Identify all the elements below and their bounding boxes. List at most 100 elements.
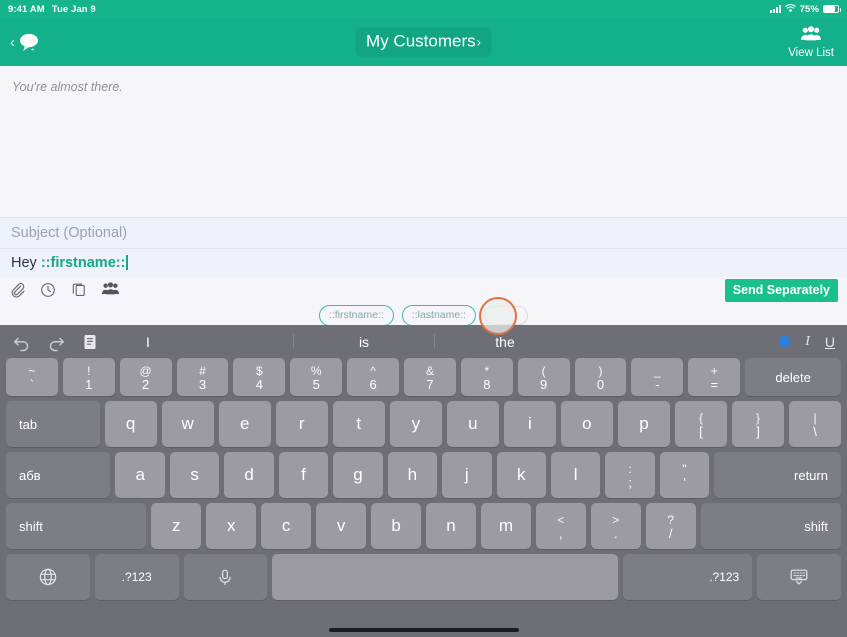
send-separately-button[interactable]: Send Separately — [724, 278, 838, 302]
group-people-icon[interactable] — [102, 282, 119, 298]
keyboard-row-shift: shift z x c v b n m <, >. ? / shift — [3, 503, 844, 549]
key-z[interactable]: z — [151, 503, 202, 549]
key-equals[interactable]: + = — [688, 358, 741, 396]
message-input[interactable]: Hey ::firstname:: — [0, 249, 847, 277]
key-g[interactable]: g — [333, 452, 383, 498]
key-lower: ; — [628, 474, 632, 490]
key-hyphen[interactable]: _ - — [631, 358, 684, 396]
key-shift-right[interactable]: shift — [700, 503, 842, 549]
key-backslash[interactable]: | \ — [789, 401, 842, 447]
key-quote[interactable]: " ' — [659, 452, 710, 498]
key-e[interactable]: e — [218, 401, 271, 447]
underline-button[interactable]: U — [825, 334, 835, 350]
key-n[interactable]: n — [426, 503, 476, 549]
key-comma[interactable]: <, — [535, 503, 586, 549]
key-9[interactable]: (9 — [517, 358, 570, 396]
key-delete[interactable]: delete — [745, 358, 842, 396]
key-p[interactable]: p — [617, 401, 670, 447]
key-m[interactable]: m — [480, 503, 531, 549]
back-to-messages-button[interactable]: ‹ — [10, 32, 42, 52]
key-numeric-left[interactable]: .?123 — [94, 554, 179, 600]
key-upper: & — [425, 364, 434, 379]
key-i[interactable]: i — [503, 401, 556, 447]
key-lower: 9 — [540, 376, 548, 392]
key-upper: " — [682, 462, 687, 477]
key-0[interactable]: ) 0 — [574, 358, 627, 396]
key-l[interactable]: l — [550, 452, 601, 498]
key-f[interactable]: f — [278, 452, 329, 498]
key-q[interactable]: q — [104, 401, 157, 447]
key-4[interactable]: $4 — [233, 358, 286, 396]
key-x[interactable]: x — [206, 503, 257, 549]
clock-icon[interactable] — [40, 282, 56, 298]
prediction-2[interactable]: is — [294, 334, 434, 350]
battery-percent: 75% — [799, 3, 819, 15]
key-slash[interactable]: ? / — [645, 503, 696, 549]
keyboard-toolbar: I is the I U — [3, 325, 844, 358]
key-w[interactable]: w — [161, 401, 214, 447]
microphone-icon[interactable] — [183, 554, 268, 600]
page-title[interactable]: My Customers› — [355, 27, 492, 57]
key-lower: 8 — [483, 376, 491, 392]
globe-icon[interactable] — [6, 554, 90, 600]
key-bracket-right[interactable]: }] — [731, 401, 785, 447]
key-5[interactable]: % 5 — [290, 358, 343, 396]
compose-toolbar: Send Separately — [0, 277, 847, 303]
prediction-1[interactable]: I — [3, 334, 293, 350]
touch-point-indicator — [479, 297, 517, 335]
key-bracket-left[interactable]: {[ — [674, 401, 727, 447]
subject-input[interactable]: Subject (Optional) — [0, 218, 847, 249]
body-hint-text: You're almost there. — [12, 80, 123, 94]
key-upper: ) — [598, 364, 603, 379]
prediction-3[interactable]: the — [435, 334, 575, 350]
italic-button[interactable]: I — [805, 334, 810, 350]
key-a[interactable]: a — [115, 452, 165, 498]
keyboard-row-numbers: ~ ` ! 1 @2 #3 $4 % 5 ^ 6 & 7 * 8 (9 ) 0 _ - + = d… — [3, 358, 844, 396]
key-7[interactable]: & 7 — [404, 358, 456, 396]
speech-bubble-icon — [18, 32, 42, 52]
key-y[interactable]: y — [389, 401, 442, 447]
key-t[interactable]: t — [332, 401, 385, 447]
key-lower: [ — [699, 423, 703, 439]
key-h[interactable]: h — [387, 452, 438, 498]
key-language-switch[interactable]: абв — [6, 452, 111, 498]
key-r[interactable]: r — [275, 401, 328, 447]
ipad-messaging-screen: 9:41 AM Tue Jan 9 75% ‹ My Customers› Vi… — [0, 0, 847, 637]
key-6[interactable]: ^ 6 — [347, 358, 400, 396]
key-k[interactable]: k — [496, 452, 546, 498]
key-s[interactable]: s — [169, 452, 220, 498]
key-backtick[interactable]: ~ ` — [6, 358, 58, 396]
key-b[interactable]: b — [371, 503, 422, 549]
key-c[interactable]: c — [261, 503, 312, 549]
key-space[interactable] — [272, 554, 619, 600]
hide-keyboard-icon[interactable] — [757, 554, 841, 600]
key-numeric-right[interactable]: .?123 — [623, 554, 753, 600]
chip-lastname[interactable]: ::lastname:: — [401, 305, 477, 326]
bold-active-dot[interactable] — [779, 336, 791, 347]
key-2[interactable]: @2 — [119, 358, 172, 396]
key-period[interactable]: >. — [590, 503, 641, 549]
key-semicolon[interactable]: :; — [605, 452, 655, 498]
message-body-area[interactable]: You're almost there. — [0, 66, 847, 218]
battery-icon — [823, 5, 841, 13]
message-text-prefix: Hey — [11, 255, 41, 271]
key-return[interactable]: return — [714, 452, 841, 498]
key-lower: 1 — [85, 376, 93, 392]
view-list-label: View List — [788, 46, 834, 59]
key-o[interactable]: o — [560, 401, 613, 447]
key-8[interactable]: * 8 — [460, 358, 513, 396]
key-u[interactable]: u — [446, 401, 499, 447]
key-lower: 7 — [426, 376, 434, 392]
key-d[interactable]: d — [224, 452, 274, 498]
key-3[interactable]: #3 — [176, 358, 229, 396]
key-1[interactable]: ! 1 — [62, 358, 115, 396]
key-tab[interactable]: tab — [6, 401, 100, 447]
chip-firstname[interactable]: ::firstname:: — [318, 305, 394, 326]
key-shift-left[interactable]: shift — [6, 503, 147, 549]
key-upper: | — [813, 411, 817, 426]
paperclip-icon[interactable] — [9, 282, 25, 298]
copy-template-icon[interactable] — [71, 282, 87, 298]
key-j[interactable]: j — [442, 452, 492, 498]
key-v[interactable]: v — [316, 503, 367, 549]
view-list-button[interactable]: View List — [788, 25, 837, 59]
